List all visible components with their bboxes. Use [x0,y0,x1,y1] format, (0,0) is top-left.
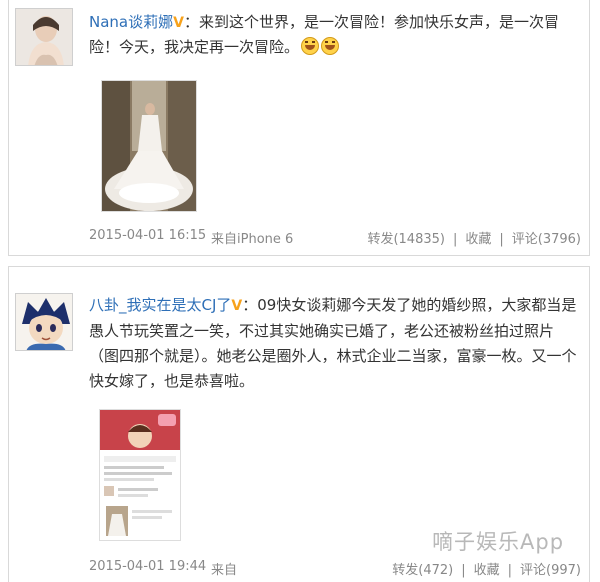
repost-link[interactable]: 转发(14835) [367,232,445,247]
user-avatar[interactable] [15,293,73,351]
username-link[interactable]: Nana谈莉娜 [89,13,173,31]
post-actions: 转发(14835) | 收藏 | 评论(3796) [367,228,581,247]
comment-link[interactable]: 评论(3796) [512,232,581,247]
post-source: 来自 [211,563,238,578]
divider: | [452,232,458,247]
divider: | [507,563,513,578]
favorite-link[interactable]: 收藏 [474,563,500,578]
post-text: 八卦_我实在是太CJ了V：09快女谈莉娜今天发了她的婚纱照，大家都当是愚人节玩笑… [89,293,581,394]
wedding-photo[interactable] [101,80,197,212]
laugh-emoji-icon [301,37,320,55]
divider: | [461,563,466,578]
weibo-post-1: Nana谈莉娜V：来到这个世界，是一次冒险！参加快乐女声，是一次冒险！今天，我决… [8,0,590,256]
post-time[interactable]: 2015-04-01 16:15 [89,228,206,243]
screenshot-thumbnail[interactable] [99,409,181,541]
post-source: 来自iPhone 6 [211,232,294,247]
divider: | [499,232,504,247]
post-time[interactable]: 2015-04-01 19:44 [89,559,206,574]
verified-badge-icon: V [173,15,184,31]
username-link[interactable]: 八卦_我实在是太CJ了 [89,296,231,314]
verified-badge-icon: V [231,298,243,314]
post-actions: 转发(472) | 收藏 | 评论(997) [392,559,581,578]
comment-link[interactable]: 评论(997) [520,563,581,578]
laugh-emoji-icon [321,37,340,55]
repost-link[interactable]: 转发(472) [392,563,453,578]
watermark-text: 嘀子娱乐App [432,530,565,554]
favorite-link[interactable]: 收藏 [465,232,491,247]
user-avatar[interactable] [15,8,73,66]
post-text: Nana谈莉娜V：来到这个世界，是一次冒险！参加快乐女声，是一次冒险！今天，我决… [89,10,581,59]
